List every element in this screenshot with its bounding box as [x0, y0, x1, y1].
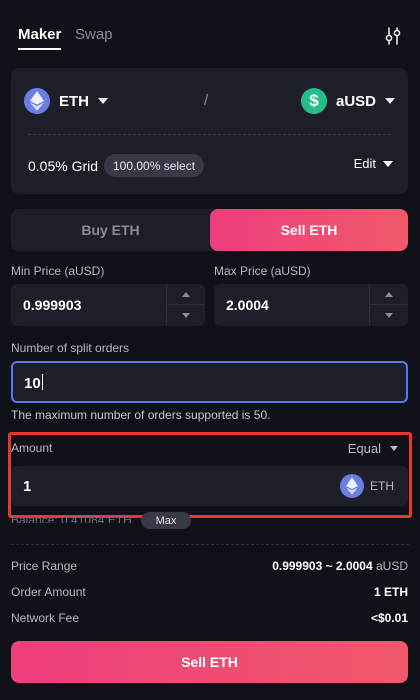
quote-token-label: aUSD: [336, 92, 377, 110]
chevron-down-icon: [385, 98, 396, 104]
text-cursor: [41, 374, 43, 390]
tab-swap[interactable]: Swap: [75, 26, 113, 43]
min-price-stepper: [166, 284, 205, 326]
pair-card: ETH / $ aUSD 0.05% Grid 100.00% select E…: [11, 68, 408, 194]
distribution-value: Equal: [347, 441, 381, 456]
split-orders-label: Number of split orders: [11, 341, 130, 355]
max-price-value: 2.0004: [226, 297, 269, 313]
pair-separator: /: [204, 92, 209, 109]
settings-sliders-icon[interactable]: [383, 26, 403, 46]
grid-percentage: 0.05% Grid: [28, 158, 99, 174]
chevron-down-icon: [98, 98, 108, 104]
amount-token-label: ETH: [370, 479, 394, 493]
max-price-stepper: [369, 284, 408, 326]
amount-value: 1: [23, 478, 32, 495]
min-price-input[interactable]: 0.999903: [11, 284, 205, 326]
divider: [11, 544, 409, 545]
buy-eth-tab[interactable]: Buy ETH: [11, 209, 210, 251]
chevron-down-icon: [390, 446, 398, 451]
quote-token-select[interactable]: $ aUSD: [301, 88, 396, 114]
network-fee-value: <$0.01: [370, 611, 408, 625]
eth-icon: [24, 88, 50, 114]
caret-down-icon: [182, 312, 190, 318]
min-price-value: 0.999903: [23, 297, 82, 313]
ausd-dollar-icon: $: [301, 88, 327, 114]
divider: [28, 134, 391, 135]
min-price-increment-button[interactable]: [167, 284, 205, 305]
price-range-value: 0.999903 ~ 2.0004 aUSD: [272, 559, 408, 573]
order-amount-value: 1 ETH: [373, 585, 408, 599]
max-price-decrement-button[interactable]: [370, 305, 408, 325]
split-orders-value: 10: [24, 375, 41, 392]
edit-button[interactable]: Edit: [354, 156, 393, 171]
caret-down-icon: [385, 312, 393, 318]
price-range-text: 0.999903 ~ 2.0004: [272, 559, 373, 573]
max-button[interactable]: Max: [141, 512, 191, 529]
buy-sell-toggle: Buy ETH Sell ETH: [11, 209, 408, 251]
chevron-down-icon: [383, 160, 393, 167]
sell-eth-tab[interactable]: Sell ETH: [210, 209, 408, 251]
split-orders-hint: The maximum number of orders supported i…: [11, 408, 271, 422]
price-range-unit: aUSD: [375, 559, 408, 573]
network-fee-label: Network Fee: [11, 611, 80, 625]
caret-up-icon: [182, 291, 190, 297]
min-price-decrement-button[interactable]: [167, 305, 205, 325]
max-price-label: Max Price (aUSD): [214, 264, 311, 278]
tab-maker[interactable]: Maker: [18, 26, 62, 50]
select-badge: 100.00% select: [104, 154, 205, 177]
split-orders-input[interactable]: 10: [11, 361, 408, 403]
amount-token: ETH: [340, 474, 394, 498]
order-amount-label: Order Amount: [11, 585, 86, 599]
max-price-increment-button[interactable]: [370, 284, 408, 305]
eth-icon: [340, 474, 364, 498]
amount-label: Amount: [11, 441, 53, 455]
min-price-label: Min Price (aUSD): [11, 264, 105, 278]
max-label: Max: [155, 515, 177, 527]
distribution-select[interactable]: Equal: [348, 441, 398, 456]
base-token-select[interactable]: ETH: [24, 88, 108, 114]
price-range-label: Price Range: [11, 559, 78, 573]
max-price-input[interactable]: 2.0004: [214, 284, 408, 326]
base-token-label: ETH: [59, 92, 89, 110]
amount-input[interactable]: 1 ETH: [11, 466, 408, 506]
edit-label: Edit: [353, 156, 376, 171]
caret-up-icon: [385, 291, 393, 297]
balance-text: Balance: 0.41084 ETH: [11, 513, 132, 523]
sell-eth-button[interactable]: Sell ETH: [11, 641, 408, 683]
